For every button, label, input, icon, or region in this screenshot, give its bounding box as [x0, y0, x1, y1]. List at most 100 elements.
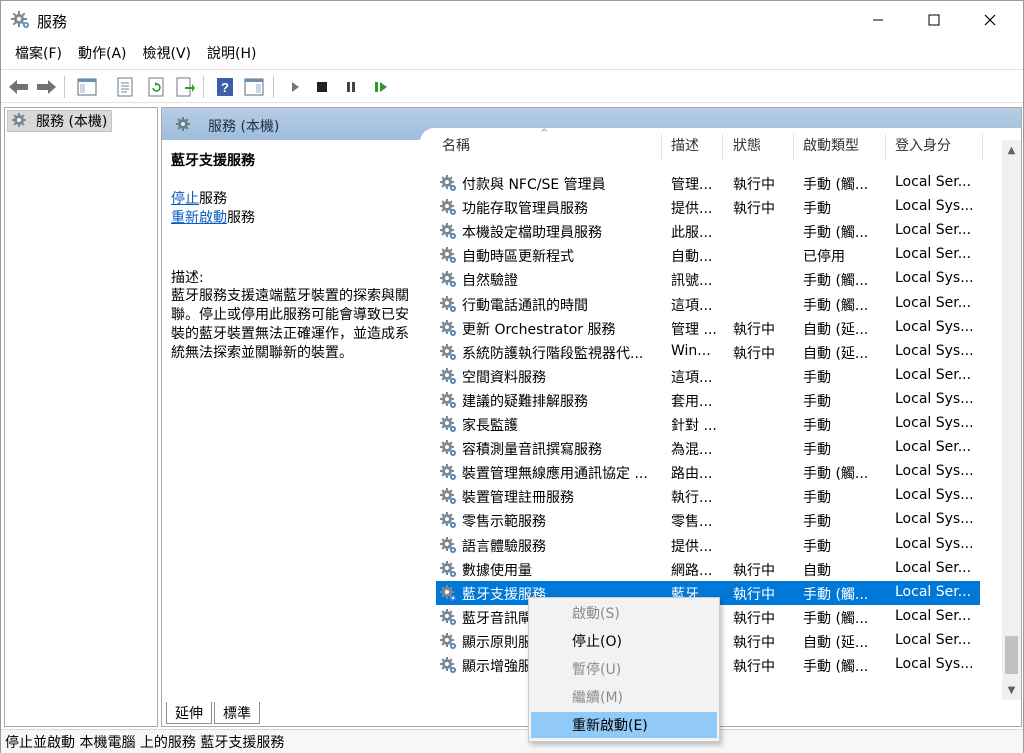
- ctx-menu-resume[interactable]: 繼續(M): [531, 684, 717, 710]
- service-row[interactable]: 自動時區更新程式 自動... 已停用 Local Ser...: [436, 243, 980, 267]
- column-header-description[interactable]: 描述: [671, 128, 699, 162]
- restart-service-button[interactable]: [369, 75, 393, 99]
- context-menu: 啟動(S) 停止(O) 暫停(U) 繼續(M) 重新啟動(E): [528, 597, 720, 742]
- window-title: 服務: [37, 13, 68, 31]
- service-description: 這項...: [671, 369, 713, 386]
- stop-service-button[interactable]: [310, 75, 334, 99]
- forward-button[interactable]: [34, 75, 58, 99]
- service-name: 系統防護執行階段監視器代...: [462, 345, 644, 362]
- service-row[interactable]: 語言體驗服務 提供... 手動 Local Sys...: [436, 533, 980, 557]
- menu-file[interactable]: 檔案(F): [7, 40, 70, 66]
- service-row[interactable]: 行動電話通訊的時間 這項... 手動 (觸... Local Ser...: [436, 292, 980, 316]
- service-log-on-as: Local Sys...: [895, 487, 974, 504]
- menu-view[interactable]: 檢視(V): [135, 40, 200, 66]
- restart-service-icon: [375, 82, 387, 92]
- service-gear-icon: [438, 414, 458, 434]
- service-startup-type: 手動 (觸...: [803, 273, 869, 290]
- service-row[interactable]: 裝置管理無線應用通訊協定 ... 路由... 手動 (觸... Local Sys..…: [436, 460, 980, 484]
- column-header-log-on-as[interactable]: 登入身分: [895, 128, 951, 162]
- service-gear-icon: [438, 462, 458, 482]
- service-startup-type: 手動: [803, 201, 831, 218]
- service-log-on-as: Local Ser...: [895, 294, 972, 311]
- service-row[interactable]: 空間資料服務 這項... 手動 Local Ser...: [436, 364, 980, 388]
- service-log-on-as: Local Ser...: [895, 631, 972, 648]
- maximize-button[interactable]: [911, 1, 957, 39]
- service-log-on-as: Local Sys...: [895, 342, 974, 359]
- scroll-down-icon[interactable]: ▼: [1002, 680, 1021, 700]
- service-row[interactable]: 家長監護 針對 ... 手動 Local Sys...: [436, 412, 980, 436]
- service-row[interactable]: 功能存取管理員服務 提供... 執行中 手動 Local Sys...: [436, 195, 980, 219]
- service-row[interactable]: 更新 Orchestrator 服務 管理 ... 執行中 自動 (延... Local…: [436, 316, 980, 340]
- service-gear-icon: [438, 318, 458, 338]
- service-gear-icon: [438, 173, 458, 193]
- services-list[interactable]: ^ 名稱 描述 狀態 啟動類型 登入身分 付款與 NFC/SE 管理員 管理...…: [420, 128, 1021, 700]
- scroll-up-icon[interactable]: ▲: [1002, 140, 1021, 160]
- ctx-menu-pause[interactable]: 暫停(U): [531, 656, 717, 682]
- service-name: 更新 Orchestrator 服務: [462, 321, 616, 338]
- stop-service-link[interactable]: 停止: [171, 191, 199, 207]
- refresh-button[interactable]: [144, 75, 168, 99]
- service-log-on-as: Local Ser...: [895, 559, 972, 576]
- service-startup-type: 手動 (觸...: [803, 586, 869, 603]
- back-button[interactable]: [7, 75, 31, 99]
- service-row[interactable]: 建議的疑難排解服務 套用... 手動 Local Sys...: [436, 388, 980, 412]
- restart-service-link[interactable]: 重新啟動: [171, 210, 227, 226]
- properties-button[interactable]: [113, 75, 137, 99]
- scroll-thumb[interactable]: [1005, 636, 1018, 674]
- svg-text:?: ?: [221, 80, 229, 95]
- service-startup-type: 自動 (延...: [803, 321, 869, 338]
- show-hide-console-tree-button[interactable]: [75, 75, 99, 99]
- service-name: 容積測量音訊撰寫服務: [462, 442, 602, 459]
- service-row[interactable]: 裝置管理註冊服務 執行... 手動 Local Sys...: [436, 484, 980, 508]
- show-hide-action-pane-button[interactable]: [242, 75, 266, 99]
- column-header-name[interactable]: 名稱: [442, 128, 470, 162]
- service-description-panel: 藍牙支援服務 停止服務 重新啟動服務 描述: 藍牙服務支援遠端藍牙裝置的探索與關…: [162, 140, 420, 700]
- service-row[interactable]: 系統防護執行階段監視器代... Win... 執行中 自動 (延... Local Sy…: [436, 340, 980, 364]
- column-header-status[interactable]: 狀態: [733, 128, 761, 162]
- tab-standard[interactable]: 標準: [214, 702, 260, 724]
- service-log-on-as: Local Sys...: [895, 270, 974, 287]
- show-hide-action-pane-icon: [244, 78, 264, 96]
- show-hide-console-tree-icon: [77, 78, 97, 96]
- service-description: 為混...: [671, 442, 713, 459]
- service-description: 網路...: [671, 562, 713, 579]
- service-log-on-as: Local Ser...: [895, 439, 972, 456]
- minimize-button[interactable]: [855, 1, 901, 39]
- vertical-scrollbar[interactable]: ▲ ▼: [1002, 140, 1021, 700]
- service-row[interactable]: 零售示範服務 零售... 手動 Local Sys...: [436, 508, 980, 532]
- service-row[interactable]: 本機設定檔助理員服務 此服... 手動 (觸... Local Ser...: [436, 219, 980, 243]
- export-list-button[interactable]: [173, 75, 197, 99]
- service-status: 執行中: [733, 201, 775, 218]
- service-row[interactable]: 自然驗證 訊號... 手動 (觸... Local Sys...: [436, 267, 980, 291]
- service-log-on-as: Local Ser...: [895, 174, 972, 190]
- service-log-on-as: Local Sys...: [895, 198, 974, 215]
- service-row[interactable]: 付款與 NFC/SE 管理員 管理... 執行中 手動 (觸... Local Ser.…: [436, 171, 980, 195]
- ctx-menu-stop[interactable]: 停止(O): [531, 628, 717, 654]
- service-name: 家長監護: [462, 418, 518, 434]
- service-startup-type: 手動: [803, 514, 831, 531]
- ctx-menu-restart[interactable]: 重新啟動(E): [531, 712, 717, 738]
- start-service-button[interactable]: [283, 75, 307, 99]
- pane-header-label: 服務 (本機): [208, 119, 280, 135]
- title-bar[interactable]: 服務: [1, 1, 1023, 39]
- ctx-menu-start[interactable]: 啟動(S): [531, 600, 717, 626]
- status-text: 停止並啟動 本機電腦 上的服務 藍牙支援服務: [5, 734, 285, 751]
- service-name: 數據使用量: [462, 562, 532, 579]
- column-header-startup-type[interactable]: 啟動類型: [803, 128, 859, 162]
- service-row[interactable]: 容積測量音訊撰寫服務 為混... 手動 Local Ser...: [436, 436, 980, 460]
- pause-service-button[interactable]: [339, 75, 363, 99]
- tab-extended[interactable]: 延伸: [166, 702, 212, 724]
- service-name: 行動電話通訊的時間: [462, 297, 588, 314]
- service-description: 此服...: [671, 225, 713, 242]
- service-status: 執行中: [733, 610, 775, 627]
- service-name: 功能存取管理員服務: [462, 201, 588, 218]
- service-startup-type: 自動: [803, 562, 831, 579]
- tree-item-services-local[interactable]: 服務 (本機): [7, 110, 113, 132]
- menu-action[interactable]: 動作(A): [70, 40, 135, 66]
- service-row[interactable]: 數據使用量 網路... 執行中 自動 Local Ser...: [436, 557, 980, 581]
- menu-help[interactable]: 說明(H): [199, 40, 264, 66]
- service-status: 執行中: [733, 562, 775, 579]
- close-button[interactable]: [967, 1, 1013, 39]
- help-button[interactable]: ?: [213, 75, 237, 99]
- service-gear-icon: [438, 486, 458, 506]
